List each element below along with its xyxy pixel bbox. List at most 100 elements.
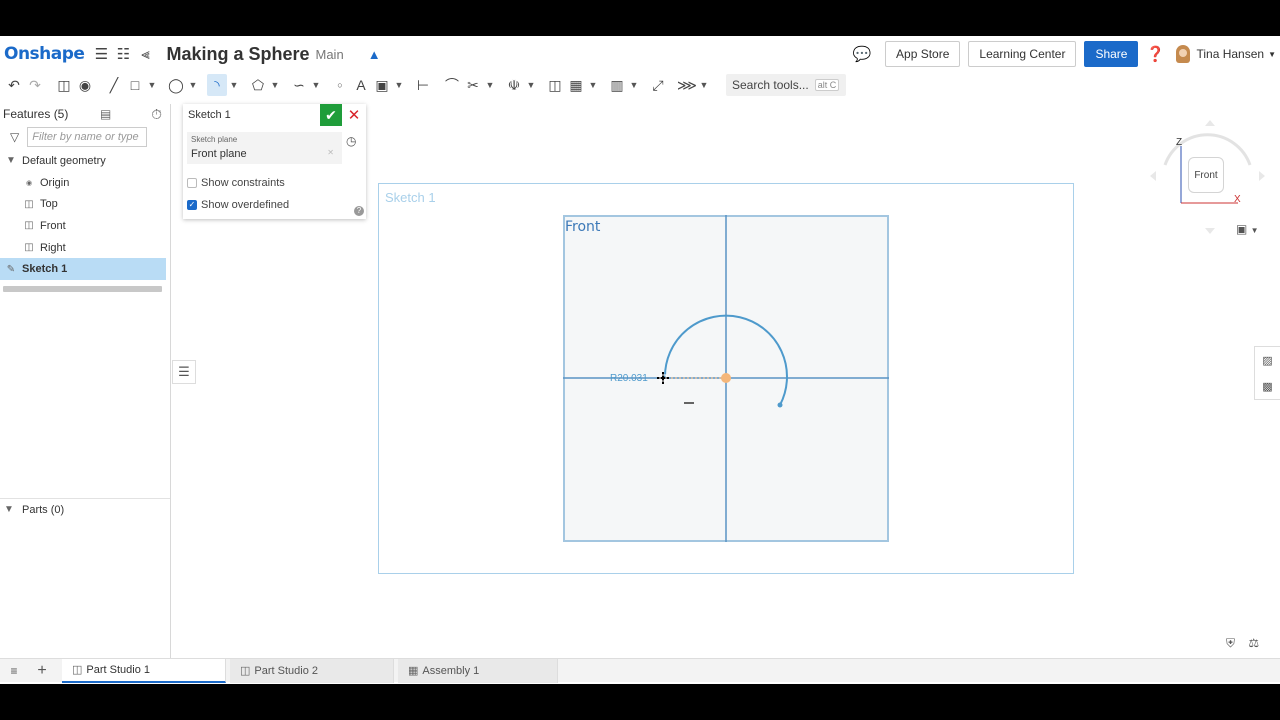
default-geometry-group[interactable]: ▼ Default geometry xyxy=(0,150,170,172)
chevron-down-icon: ▼ xyxy=(6,155,16,167)
show-constraints-checkbox[interactable] xyxy=(187,178,197,188)
confirm-check-icon[interactable]: ✔ xyxy=(320,104,342,126)
tree-item-origin[interactable]: ◉ Origin xyxy=(0,172,170,194)
tab-part-studio-1[interactable]: ◫ Part Studio 1 xyxy=(62,658,226,683)
transform-icon[interactable]: ⤢ xyxy=(648,74,668,96)
tree-item-right[interactable]: ◫ Right xyxy=(0,237,170,259)
config-icon[interactable]: ⫷ xyxy=(134,43,156,65)
tab-part-studio-2[interactable]: ◫ Part Studio 2 xyxy=(230,658,394,683)
configuration-panel-icon[interactable]: ▩ xyxy=(1262,380,1272,393)
filter-icon[interactable]: ▽ xyxy=(10,130,19,144)
origin-point[interactable] xyxy=(721,373,731,383)
comment-icon[interactable]: 💬 xyxy=(851,43,873,65)
offset-icon[interactable]: ☫ xyxy=(504,74,524,96)
trim-icon[interactable]: ✂ xyxy=(463,74,483,96)
rectangle-icon[interactable]: □ xyxy=(125,74,145,96)
tab-label: Part Studio 1 xyxy=(86,663,150,676)
search-tools-label: Search tools... xyxy=(732,78,809,92)
tree-item-front[interactable]: ◫ Front xyxy=(0,215,170,237)
tree-item-sketch-1[interactable]: ✎ Sketch 1 xyxy=(0,258,166,281)
add-folder-icon[interactable]: ▤ xyxy=(100,107,111,121)
tab-list-icon[interactable]: ≡ xyxy=(0,664,28,678)
dimension-icon[interactable]: ⊢ xyxy=(413,74,433,96)
plane-icon: ◫ xyxy=(24,242,34,254)
app-store-button[interactable]: App Store xyxy=(885,41,961,67)
default-geometry-label: Default geometry xyxy=(22,154,106,167)
help-icon[interactable]: ? xyxy=(354,206,364,216)
construction-icon[interactable]: ▣ xyxy=(372,74,392,96)
spline-icon[interactable]: ∽ xyxy=(289,74,309,96)
feature-list-icon[interactable]: ☷ xyxy=(112,43,134,65)
arc-endpoint[interactable] xyxy=(777,402,783,408)
search-shortcut: alt C xyxy=(814,79,840,91)
measure-icon[interactable]: ⚖ xyxy=(1248,636,1259,650)
use-icon[interactable]: ◉ xyxy=(75,74,95,96)
arc-icon[interactable]: ◝ xyxy=(207,74,227,96)
menu-icon[interactable]: ☰ xyxy=(90,43,112,65)
history-clock-icon[interactable]: ◷ xyxy=(346,134,356,148)
avatar xyxy=(1176,45,1191,63)
graduation-cap-icon[interactable]: ▲ xyxy=(368,47,381,62)
filter-input[interactable]: Filter by name or type xyxy=(27,127,148,147)
branch-name[interactable]: Main xyxy=(316,47,344,62)
mirror-icon[interactable]: ◫ xyxy=(545,74,565,96)
rollback-bar[interactable] xyxy=(3,286,162,293)
bottom-right-tools: ⛨ ⚖ xyxy=(1226,636,1259,651)
crosshair-cursor-icon xyxy=(657,372,669,384)
parts-title: Parts (0) xyxy=(22,503,65,516)
onshape-logo[interactable]: Onshape xyxy=(4,44,85,64)
line-icon[interactable]: ╱ xyxy=(104,74,124,96)
chevron-down-icon[interactable]: ▼ xyxy=(525,74,537,96)
circle-icon[interactable]: ◯ xyxy=(166,74,186,96)
add-tab-icon[interactable]: + xyxy=(28,662,56,680)
user-menu[interactable]: Tina Hansen ▼ xyxy=(1172,45,1280,63)
chevron-down-icon[interactable]: ▼ xyxy=(310,74,322,96)
chevron-down-icon[interactable]: ▼ xyxy=(187,74,199,96)
chevron-down-icon[interactable]: ▼ xyxy=(628,74,640,96)
share-button[interactable]: Share xyxy=(1084,41,1139,67)
display-states-icon[interactable]: ⛨ xyxy=(1226,636,1235,650)
document-title[interactable]: Making a Sphere xyxy=(166,44,309,65)
chevron-down-icon[interactable]: ▼ xyxy=(228,74,240,96)
tab-label: Assembly 1 xyxy=(422,664,480,677)
redo-icon[interactable]: ↷ xyxy=(25,74,45,96)
tree-item-label: Top xyxy=(40,198,58,211)
clear-icon[interactable]: ✕ xyxy=(327,148,334,157)
search-tools-input[interactable]: Search tools... alt C xyxy=(726,74,846,96)
chevron-down-icon[interactable]: ▼ xyxy=(698,74,710,96)
chevron-down-icon[interactable]: ▼ xyxy=(587,74,599,96)
pattern-icon[interactable]: ▦ xyxy=(566,74,586,96)
copy-paste-icon[interactable]: ◫ xyxy=(54,74,74,96)
onshape-app: Onshape ☰ ☷ ⫷ Making a Sphere Main ▲ 💬 A… xyxy=(0,36,1280,684)
show-overdefined-row[interactable]: ✓ Show overdefined xyxy=(187,198,289,212)
chevron-down-icon[interactable]: ▼ xyxy=(484,74,496,96)
chevron-down-icon[interactable]: ▼ xyxy=(269,74,281,96)
chevron-down-icon[interactable]: ▼ xyxy=(393,74,405,96)
list-toggle-icon[interactable]: ☰ xyxy=(172,360,196,384)
user-name: Tina Hansen xyxy=(1196,47,1265,61)
cancel-close-icon[interactable]: ✕ xyxy=(345,104,363,126)
view-options-icon[interactable]: ▣ ▼ xyxy=(1236,222,1259,236)
chevron-down-icon: ▼ xyxy=(1268,49,1276,59)
chevron-down-icon[interactable]: ▼ xyxy=(146,74,158,96)
learning-center-button[interactable]: Learning Center xyxy=(968,41,1077,67)
polygon-icon[interactable]: ⬠ xyxy=(248,74,268,96)
appearance-panel-icon[interactable]: ▨ xyxy=(1262,354,1272,367)
undo-icon[interactable]: ↶ xyxy=(4,74,24,96)
view-cube-front-face[interactable]: Front xyxy=(1188,157,1224,193)
radius-dimension[interactable]: R20.031 xyxy=(610,373,648,384)
fillet-icon[interactable]: ⌒ xyxy=(442,74,462,96)
show-overdefined-checkbox[interactable]: ✓ xyxy=(187,200,197,210)
show-constraints-row[interactable]: Show constraints xyxy=(187,176,285,190)
parts-section[interactable]: ▼ Parts (0) xyxy=(0,498,170,520)
rollback-timer-icon[interactable]: ⏱ xyxy=(151,106,162,123)
tree-item-top[interactable]: ◫ Top xyxy=(0,193,170,215)
text-icon[interactable]: A xyxy=(351,74,371,96)
sketch-plane-field[interactable]: Sketch plane Front plane ✕ xyxy=(187,132,342,164)
tab-assembly-1[interactable]: ▦ Assembly 1 xyxy=(398,658,558,683)
axis-z-label: Z xyxy=(1176,137,1183,148)
point-icon[interactable]: ○ xyxy=(330,74,350,96)
help-icon[interactable]: ❓ xyxy=(1144,43,1166,65)
insert-icon[interactable]: ▥ xyxy=(607,74,627,96)
constraint-icon[interactable]: ⋙ xyxy=(677,74,697,96)
